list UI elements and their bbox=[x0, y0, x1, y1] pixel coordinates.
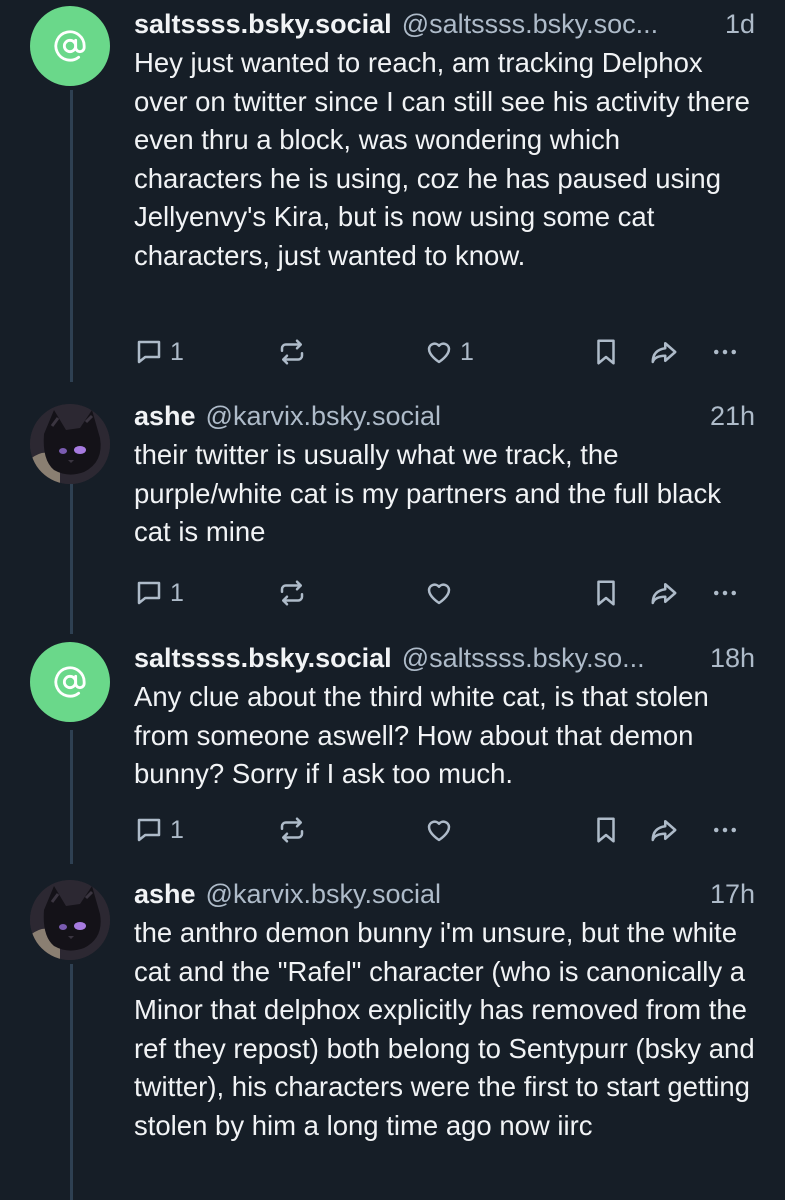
reply-count: 1 bbox=[170, 337, 184, 366]
like-button[interactable]: 1 bbox=[424, 334, 474, 370]
more-icon bbox=[714, 590, 736, 596]
more-options-button[interactable] bbox=[710, 812, 740, 848]
post-text: Hey just wanted to reach, am tracking De… bbox=[134, 47, 750, 271]
timestamp[interactable]: 21h bbox=[702, 398, 755, 434]
reply-icon bbox=[137, 340, 161, 364]
avatar[interactable] bbox=[30, 642, 110, 722]
handle[interactable]: @karvix.bsky.social bbox=[206, 876, 441, 912]
repost-icon bbox=[280, 817, 304, 843]
like-button[interactable] bbox=[424, 812, 454, 848]
bookmark-icon bbox=[597, 339, 615, 365]
avatar[interactable] bbox=[30, 880, 110, 960]
timestamp[interactable]: 1d bbox=[717, 6, 755, 42]
share-button[interactable] bbox=[649, 334, 679, 370]
reply-button[interactable]: 1 bbox=[134, 575, 184, 611]
heart-icon bbox=[427, 342, 451, 364]
post-text: the anthro demon bunny i'm unsure, but t… bbox=[134, 917, 755, 1141]
display-name[interactable]: saltssss.bsky.social bbox=[134, 6, 392, 42]
reply-button[interactable]: 1 bbox=[134, 812, 184, 848]
like-count: 1 bbox=[460, 337, 474, 366]
more-options-button[interactable] bbox=[710, 334, 740, 370]
timestamp[interactable]: 18h bbox=[702, 640, 755, 676]
bookmark-button[interactable] bbox=[591, 334, 621, 370]
repost-button[interactable] bbox=[277, 334, 307, 370]
share-icon bbox=[651, 342, 677, 364]
repost-button[interactable] bbox=[277, 575, 307, 611]
post-text: their twitter is usually what we track, … bbox=[134, 439, 721, 547]
display-name[interactable]: saltssss.bsky.social bbox=[134, 640, 392, 676]
more-options-button[interactable] bbox=[710, 575, 740, 611]
more-icon bbox=[714, 349, 736, 355]
thread-view: saltssss.bsky.social @saltssss.bsky.soc.… bbox=[0, 0, 785, 1200]
post[interactable]: ashe @karvix.bsky.social 17h the anthro … bbox=[0, 874, 785, 1200]
post-text: Any clue about the third white cat, is t… bbox=[134, 681, 709, 789]
more-icon bbox=[714, 827, 736, 833]
post[interactable]: saltssss.bsky.social @saltssss.bsky.soc.… bbox=[0, 0, 785, 392]
cat-avatar bbox=[30, 880, 110, 960]
avatar[interactable] bbox=[30, 404, 110, 484]
repost-icon bbox=[280, 339, 304, 365]
bookmark-icon bbox=[597, 580, 615, 606]
share-button[interactable] bbox=[649, 575, 679, 611]
handle[interactable]: @saltssss.bsky.so... bbox=[402, 640, 645, 676]
bookmark-button[interactable] bbox=[591, 812, 621, 848]
display-name[interactable]: ashe bbox=[134, 876, 196, 912]
share-icon bbox=[651, 583, 677, 605]
reply-icon bbox=[137, 581, 161, 605]
reply-count: 1 bbox=[170, 815, 184, 844]
display-name[interactable]: ashe bbox=[134, 398, 196, 434]
heart-icon bbox=[427, 820, 451, 842]
post[interactable]: ashe @karvix.bsky.social 21h their twitt… bbox=[0, 392, 785, 638]
avatar[interactable] bbox=[30, 6, 110, 86]
heart-icon bbox=[427, 583, 451, 605]
handle[interactable]: @saltssss.bsky.soc... bbox=[402, 6, 658, 42]
repost-button[interactable] bbox=[277, 812, 307, 848]
handle[interactable]: @karvix.bsky.social bbox=[206, 398, 441, 434]
share-button[interactable] bbox=[649, 812, 679, 848]
post[interactable]: saltssss.bsky.social @saltssss.bsky.so..… bbox=[0, 638, 785, 874]
timestamp[interactable]: 17h bbox=[702, 876, 755, 912]
reply-button[interactable]: 1 bbox=[134, 334, 184, 370]
bookmark-icon bbox=[597, 817, 615, 843]
cat-avatar bbox=[30, 404, 110, 484]
repost-icon bbox=[280, 580, 304, 606]
at-sign-icon bbox=[54, 30, 86, 62]
like-button[interactable] bbox=[424, 575, 454, 611]
reply-count: 1 bbox=[170, 578, 184, 607]
at-sign-icon bbox=[54, 666, 86, 698]
bookmark-button[interactable] bbox=[591, 575, 621, 611]
reply-icon bbox=[137, 818, 161, 842]
share-icon bbox=[651, 820, 677, 842]
